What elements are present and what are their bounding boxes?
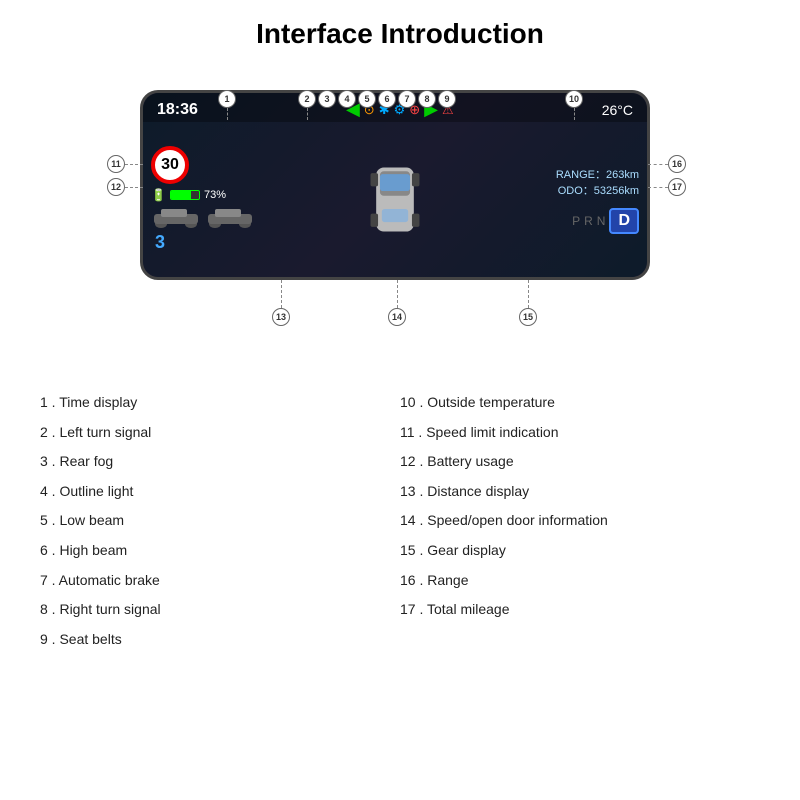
range-label: RANGE：263km [556,166,639,182]
legend-item-1: 1 . Time display [40,388,400,418]
outline-light-icon: ✱ [379,102,390,118]
odo-label: ODO：53256km [556,182,639,198]
legend-item-6: 6 . High beam [40,536,400,566]
battery-percent-label: 73% [204,189,226,201]
legend-item-4: 4 . Outline light [40,477,400,507]
low-beam-icon: ⚙ [394,102,406,118]
legend-item-9: 9 . Seat belts [40,625,400,655]
car-top-view [365,160,425,240]
ann-12: 12 [107,178,125,196]
dashboard-screen: 18:36 ◀ ⊙ ✱ ⚙ ⊕ ▶ ⚠ 26°C [140,90,650,280]
legend-item-7: 7 . Automatic brake [40,566,400,596]
speed-limit-circle: 30 [151,146,189,184]
legend-item-3: 3 . Rear fog [40,447,400,477]
right-turn-icon: ▶ [424,99,438,120]
ann-15: 15 [519,308,537,326]
legend-item-13: 13 . Distance display [400,477,760,507]
legend-section: 1 . Time display 2 . Left turn signal 3 … [0,380,800,662]
gear-P: P [572,214,580,228]
ann-14: 14 [388,308,406,326]
ann-11: 11 [107,155,125,173]
legend-item-17: 17 . Total mileage [400,595,760,625]
seatbelt-icon: ⚠ [442,102,454,118]
left-turn-icon: ◀ [346,99,360,120]
emergency-icon: ⊕ [409,102,420,118]
car-speed-label: 3 [155,232,281,253]
page-title: Interface Introduction [0,0,800,60]
car-silhouette-small-1 [151,206,201,228]
time-display: 18:36 [157,101,198,119]
gear-D-active: D [609,208,639,234]
gear-N: N [597,214,606,228]
battery-bar [171,191,191,199]
battery-charge-icon: 🔋 [151,188,166,202]
car-silhouette-small-2 [205,206,255,228]
legend-item-2: 2 . Left turn signal [40,418,400,448]
legend-item-5: 5 . Low beam [40,506,400,536]
legend-item-14: 14 . Speed/open door information [400,506,760,536]
legend-item-15: 15 . Gear display [400,536,760,566]
ann-13: 13 [272,308,290,326]
legend-item-8: 8 . Right turn signal [40,595,400,625]
page-container: Interface Introduction 18:36 ◀ ⊙ ✱ ⚙ ⊕ ▶ [0,0,800,662]
legend-item-16: 16 . Range [400,566,760,596]
legend-item-11: 11 . Speed limit indication [400,418,760,448]
ann-16: 16 [668,155,686,173]
rear-fog-icon: ⊙ [364,102,375,118]
diagram-section: 18:36 ◀ ⊙ ✱ ⚙ ⊕ ▶ ⚠ 26°C [0,60,800,380]
temperature-display: 26°C [602,102,633,118]
legend-item-12: 12 . Battery usage [400,447,760,477]
legend-item-10: 10 . Outside temperature [400,388,760,418]
gear-R: R [584,214,593,228]
ann-17: 17 [668,178,686,196]
